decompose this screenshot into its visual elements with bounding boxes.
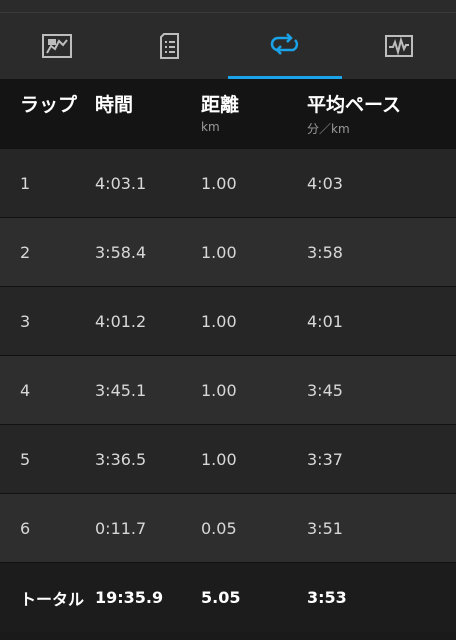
- lap-number: 3: [20, 311, 31, 331]
- lap-distance: 1.00: [201, 449, 237, 469]
- header-time: 時間: [95, 94, 134, 116]
- table-row[interactable]: 4 3:45.1 1.00 3:45: [0, 356, 456, 425]
- lap-number: 2: [20, 242, 31, 262]
- lap-time: 3:58.4: [95, 242, 147, 262]
- lap-number: 6: [20, 518, 31, 538]
- laps-table: 1 4:03.1 1.00 4:03 2 3:58.4 1.00 3:58 3 …: [0, 149, 456, 632]
- lap-distance: 1.00: [201, 173, 237, 193]
- tab-map[interactable]: [0, 13, 114, 79]
- lap-number: 4: [20, 380, 31, 400]
- map-icon: [42, 34, 72, 58]
- tab-laps[interactable]: [228, 13, 342, 79]
- tab-chart[interactable]: [342, 13, 456, 79]
- lap-distance: 1.00: [201, 242, 237, 262]
- header-pace: 平均ペース: [307, 94, 402, 116]
- total-time: 19:35.9: [95, 588, 164, 607]
- details-icon: [160, 33, 179, 59]
- table-row[interactable]: 2 3:58.4 1.00 3:58: [0, 218, 456, 287]
- lap-distance: 1.00: [201, 380, 237, 400]
- top-strip: [0, 0, 456, 13]
- lap-time: 0:11.7: [95, 518, 147, 538]
- table-header: ラップ 時間 距離 km 平均ペース 分／km: [0, 79, 456, 149]
- chart-icon: [385, 35, 413, 57]
- total-row: トータル 19:35.9 5.05 3:53: [0, 563, 456, 632]
- lap-time: 4:01.2: [95, 311, 147, 331]
- table-row[interactable]: 6 0:11.7 0.05 3:51: [0, 494, 456, 563]
- lap-pace: 3:58: [307, 242, 343, 262]
- table-row[interactable]: 5 3:36.5 1.00 3:37: [0, 425, 456, 494]
- total-label: トータル: [20, 589, 85, 609]
- lap-pace: 3:51: [307, 518, 343, 538]
- lap-time: 4:03.1: [95, 173, 147, 193]
- header-lap: ラップ: [20, 94, 78, 116]
- table-row[interactable]: 3 4:01.2 1.00 4:01: [0, 287, 456, 356]
- total-pace: 3:53: [307, 588, 347, 607]
- total-distance: 5.05: [201, 588, 241, 607]
- lap-pace: 3:45: [307, 380, 343, 400]
- lap-pace: 3:37: [307, 449, 343, 469]
- lap-number: 5: [20, 449, 31, 469]
- lap-distance: 0.05: [201, 518, 237, 538]
- header-distance-unit: km: [201, 120, 220, 134]
- lap-time: 3:45.1: [95, 380, 147, 400]
- lap-number: 1: [20, 173, 31, 193]
- header-pace-unit: 分／km: [307, 122, 350, 136]
- lap-distance: 1.00: [201, 311, 237, 331]
- lap-time: 3:36.5: [95, 449, 147, 469]
- header-distance: 距離: [201, 94, 240, 116]
- lap-pace: 4:01: [307, 311, 343, 331]
- tab-details[interactable]: [114, 13, 228, 79]
- lap-pace: 4:03: [307, 173, 343, 193]
- laps-icon: [270, 33, 299, 55]
- tab-bar: [0, 13, 456, 79]
- table-row[interactable]: 1 4:03.1 1.00 4:03: [0, 149, 456, 218]
